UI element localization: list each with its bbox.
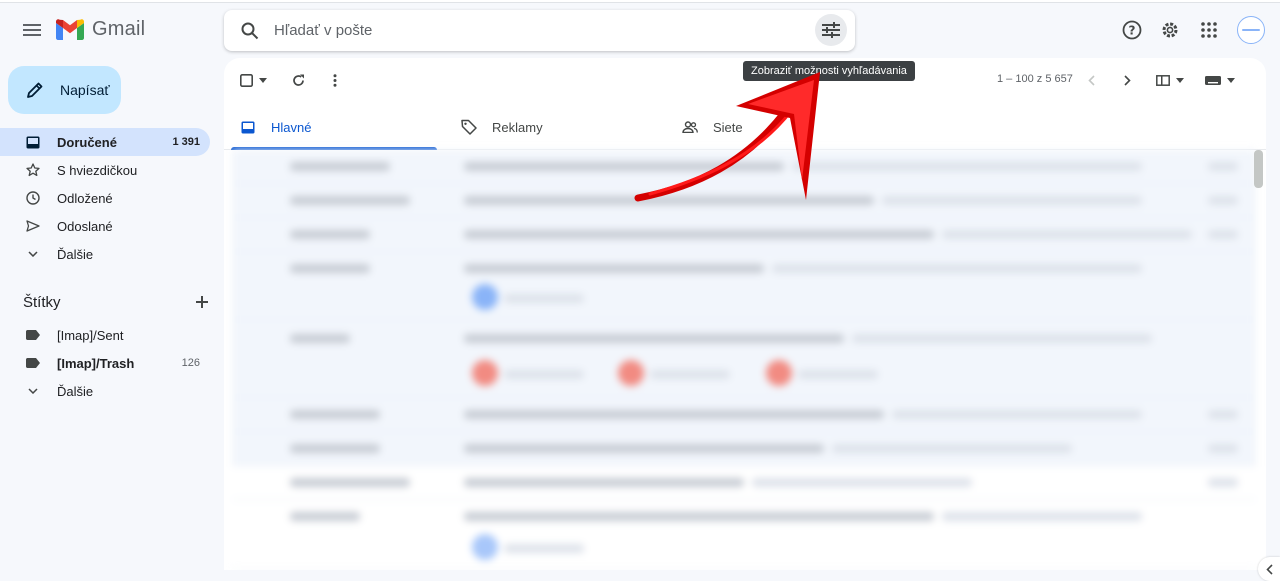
sidebar-item-snoozed[interactable]: Odložené xyxy=(0,184,210,212)
label-item-label: [Imap]/Trash xyxy=(57,355,135,371)
gmail-logo[interactable]: Gmail xyxy=(56,18,145,41)
labels-list: [Imap]/Sent [Imap]/Trash 126 Ďalšie xyxy=(0,321,210,405)
sidebar-item-starred[interactable]: S hviezdičkou xyxy=(0,156,210,184)
avatar-logo-icon xyxy=(1242,29,1260,31)
caret-down-icon xyxy=(1176,77,1184,83)
annotation-arrow xyxy=(634,72,820,202)
chevron-right-icon xyxy=(1124,74,1131,86)
label-item-label: [Imap]/Sent xyxy=(57,327,124,343)
email-list xyxy=(232,150,1256,570)
keyboard-icon xyxy=(1205,75,1221,85)
sidebar-nav: Doručené 1 391 S hviezdičkou Odložené Od… xyxy=(0,128,210,268)
search-icon[interactable] xyxy=(238,19,262,43)
label-item-imap-sent[interactable]: [Imap]/Sent xyxy=(0,321,210,349)
label-tag-icon xyxy=(26,328,40,342)
caret-down-icon xyxy=(259,77,267,83)
scrollbar-thumb[interactable] xyxy=(1254,150,1263,188)
account-avatar[interactable] xyxy=(1237,16,1265,44)
sidebar-item-label: S hviezdičkou xyxy=(57,162,138,178)
gmail-m-icon xyxy=(56,19,84,40)
star-icon xyxy=(26,163,40,177)
refresh-button[interactable] xyxy=(292,70,305,90)
chevron-left-icon xyxy=(1265,563,1273,575)
clock-icon xyxy=(26,191,40,205)
apps-grid-icon xyxy=(1201,22,1217,38)
prev-page-button[interactable] xyxy=(1088,70,1095,90)
pagination-text: 1 – 100 z 5 657 xyxy=(997,73,1073,85)
more-vert-icon xyxy=(333,73,337,87)
tag-icon xyxy=(461,119,477,135)
top-border xyxy=(0,0,1280,3)
email-row[interactable] xyxy=(232,218,1256,252)
email-row[interactable] xyxy=(232,398,1256,432)
sidebar-item-label: Ďalšie xyxy=(57,246,94,262)
sidebar-item-more[interactable]: Ďalšie xyxy=(0,240,210,268)
labels-header: Štítky xyxy=(23,292,208,312)
email-row[interactable] xyxy=(232,252,1256,320)
label-item-more[interactable]: Ďalšie xyxy=(0,377,210,405)
main-menu-button[interactable] xyxy=(16,14,48,46)
app-name: Gmail xyxy=(92,18,146,40)
search-bar[interactable] xyxy=(224,10,855,51)
search-input[interactable] xyxy=(274,22,794,39)
svg-text:?: ? xyxy=(1129,24,1136,38)
label-item-label: Ďalšie xyxy=(57,383,94,399)
chevron-down-icon xyxy=(26,384,40,398)
settings-button[interactable] xyxy=(1158,18,1182,42)
tab-label: Hlavné xyxy=(271,119,312,135)
more-actions-button[interactable] xyxy=(333,70,337,90)
chevron-down-icon xyxy=(26,247,40,261)
inbox-icon xyxy=(26,135,40,149)
input-tools-button[interactable] xyxy=(1205,70,1235,90)
plus-icon[interactable] xyxy=(196,296,208,308)
split-pane-icon xyxy=(1156,74,1170,86)
compose-label: Napísať xyxy=(60,82,110,98)
sidebar-item-inbox[interactable]: Doručené 1 391 xyxy=(0,128,210,156)
help-button[interactable]: ? xyxy=(1120,18,1144,42)
sidebar-item-label: Odložené xyxy=(57,190,113,206)
label-item-imap-trash[interactable]: [Imap]/Trash 126 xyxy=(0,349,210,377)
sidebar-item-label: Doručené xyxy=(57,134,117,150)
caret-down-icon xyxy=(1227,77,1235,83)
search-options-button[interactable] xyxy=(815,14,847,46)
email-row[interactable] xyxy=(232,500,1256,570)
email-row[interactable] xyxy=(232,432,1256,466)
sidebar-item-sent[interactable]: Odoslané xyxy=(0,212,210,240)
email-row[interactable] xyxy=(232,320,1256,398)
chevron-left-icon xyxy=(1088,74,1095,86)
next-page-button[interactable] xyxy=(1124,70,1131,90)
email-row[interactable] xyxy=(232,466,1256,500)
send-icon xyxy=(26,219,40,233)
inbox-icon xyxy=(240,119,256,135)
labels-title: Štítky xyxy=(23,293,61,311)
gear-icon xyxy=(1162,22,1178,38)
hamburger-icon xyxy=(23,24,41,36)
apps-button[interactable] xyxy=(1197,18,1221,42)
help-icon: ? xyxy=(1122,20,1142,40)
refresh-icon xyxy=(293,74,304,86)
tab-label: Reklamy xyxy=(492,119,543,135)
side-panel-toggle[interactable] xyxy=(1258,557,1280,581)
label-tag-icon xyxy=(26,356,40,370)
checkbox-icon xyxy=(240,73,253,87)
sidebar-item-label: Odoslané xyxy=(57,218,113,234)
inbox-count: 1 391 xyxy=(172,136,200,148)
pencil-icon xyxy=(27,82,43,98)
trash-count: 126 xyxy=(181,357,200,369)
select-checkbox[interactable] xyxy=(240,70,267,90)
tab-primary[interactable]: Hlavné xyxy=(224,104,445,150)
compose-button[interactable]: Napísať xyxy=(8,66,121,114)
split-pane-button[interactable] xyxy=(1156,70,1184,90)
tune-icon xyxy=(822,22,840,38)
